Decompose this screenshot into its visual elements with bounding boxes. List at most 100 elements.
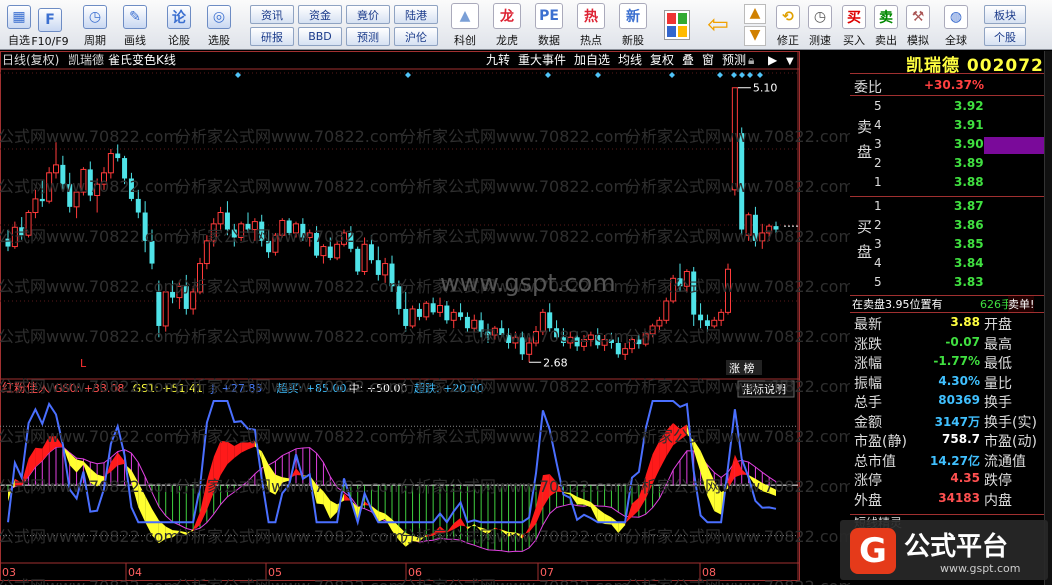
up-arrow-icon[interactable]: ▲ xyxy=(744,4,766,24)
candle-body xyxy=(107,153,114,174)
buy-price[interactable]: 3.85 xyxy=(954,237,984,251)
toolbar-globe-button[interactable]: ◍ 全球 xyxy=(940,2,972,48)
toolbar-f10-button[interactable]: F F10/F9 xyxy=(28,2,72,48)
color-cell xyxy=(678,26,687,37)
toolbar-label: 模拟 xyxy=(907,34,929,47)
toolbar-small-button[interactable]: 陆港 xyxy=(394,5,438,24)
band-segment xyxy=(638,475,646,511)
chart-tab[interactable]: 加自选 xyxy=(574,53,610,67)
buy-price[interactable]: 3.83 xyxy=(954,275,984,289)
sell-price[interactable]: 3.89 xyxy=(954,156,984,170)
band-segment xyxy=(158,520,166,544)
band-segment xyxy=(508,531,516,537)
event-marker[interactable] xyxy=(405,72,411,78)
candle-body xyxy=(361,243,368,273)
band-segment xyxy=(755,478,763,492)
toolbar-pencil-button[interactable]: ✎ 画线 xyxy=(118,2,152,48)
toolbar-chart-button[interactable]: ▲ 科创 xyxy=(446,2,484,48)
toolbar-dragon-button[interactable]: 龙龙虎 xyxy=(488,2,526,48)
indicator-name[interactable]: 雀氏变色K线 xyxy=(108,52,176,67)
candle-body xyxy=(67,184,73,207)
candle-body xyxy=(533,331,539,344)
l-marker: L xyxy=(80,357,87,370)
candle-body xyxy=(162,291,169,327)
stat-label: 金额 xyxy=(854,414,882,431)
buy-price[interactable]: 3.86 xyxy=(954,218,984,232)
candle-body xyxy=(334,243,341,259)
dropdown-icon[interactable]: ▼ xyxy=(786,56,794,67)
toolbar-small-button[interactable]: 个股 xyxy=(984,27,1026,46)
buy-price[interactable]: 3.84 xyxy=(954,256,984,270)
toolbar-repair-button[interactable]: ⟲ 修正 xyxy=(772,2,804,48)
chart-area[interactable]: 日线(复权)凯瑞德雀氏变色K线九转重大事件加自选均线复权叠窗预测🔒︎▶▼5.23… xyxy=(0,51,854,585)
chart-tab[interactable]: 九转 xyxy=(486,52,510,67)
toolbar-small-button[interactable]: BBD xyxy=(298,27,342,46)
candle-body xyxy=(149,240,155,264)
toolbar-small-button[interactable]: 资讯 xyxy=(250,5,294,24)
color-grid-icon[interactable] xyxy=(664,10,690,40)
candle-body xyxy=(382,263,389,276)
band-segment xyxy=(611,517,619,534)
sell-price[interactable]: 3.92 xyxy=(954,99,984,113)
high-label: 5.10 xyxy=(753,82,778,95)
toolbar-hot-button[interactable]: 热热点 xyxy=(572,2,610,48)
candle-body xyxy=(663,300,670,321)
band-segment xyxy=(769,486,776,496)
sell-price[interactable]: 3.90 xyxy=(954,137,984,151)
page-prev-icon[interactable]: ▶ xyxy=(768,53,778,67)
band-segment xyxy=(405,533,413,547)
candle-body xyxy=(320,246,327,257)
toolbar-small-button[interactable]: 研报 xyxy=(250,27,294,46)
toolbar-small-button[interactable]: 板块 xyxy=(984,5,1026,24)
chart-tab[interactable]: 复权 xyxy=(650,53,674,67)
sell-price[interactable]: 3.91 xyxy=(954,118,984,132)
chart-tab[interactable]: 窗 xyxy=(702,53,714,67)
stat-label: 涨跌 xyxy=(854,336,882,353)
event-marker[interactable] xyxy=(545,72,551,78)
toolbar-clock-button[interactable]: ◷ 周期 xyxy=(78,2,112,48)
toolbar-discuss-button[interactable]: 论论股 xyxy=(162,2,196,48)
toolbar-pe-button[interactable]: PE 数据 xyxy=(530,2,568,48)
toolbar-small-button[interactable]: 竟价 xyxy=(346,5,390,24)
period-label[interactable]: 日线(复权) xyxy=(2,53,59,67)
indicator-value: 中: +50.00 xyxy=(349,382,408,395)
toolbar-buy-button[interactable]: 买买入 xyxy=(838,2,870,48)
buy-price[interactable]: 3.87 xyxy=(954,199,984,213)
toolbar-small-button[interactable]: 预测 xyxy=(346,27,390,46)
toolbar-speed-button[interactable]: ◷ 测速 xyxy=(804,2,836,48)
chart-tab[interactable]: 均线 xyxy=(618,53,642,67)
stat-label: 市盈(静) xyxy=(854,434,907,450)
toolbar-screen-button[interactable]: ◎ 选股 xyxy=(202,2,236,48)
event-marker[interactable] xyxy=(757,72,763,78)
buy-side-label: 买盘 xyxy=(855,219,873,269)
indicator-title[interactable]: 红粉佳人 xyxy=(2,380,50,395)
toolbar-small-button[interactable]: 资金 xyxy=(298,5,342,24)
chart-tab[interactable]: 叠 xyxy=(682,53,694,67)
toolbar-hammer-button[interactable]: ⚒ 模拟 xyxy=(902,2,934,48)
band-segment xyxy=(268,464,276,495)
color-cell xyxy=(678,13,687,24)
down-arrow-icon[interactable]: ▼ xyxy=(744,26,766,46)
chart-tab[interactable]: 预测 xyxy=(722,53,746,67)
sell-price[interactable]: 3.88 xyxy=(954,175,984,189)
event-marker[interactable] xyxy=(717,72,723,78)
candle-body xyxy=(725,268,731,313)
candle-body xyxy=(156,291,162,326)
gspt-logo: G 公式平台 www.gspt.com xyxy=(840,520,1048,580)
back-arrow-icon[interactable]: ⇦ xyxy=(704,10,732,40)
band-segment xyxy=(220,440,228,476)
lock-icon[interactable]: 🔒︎ xyxy=(748,53,754,67)
toolbar-ipo-button[interactable]: 新新股 xyxy=(614,2,652,48)
band-segment xyxy=(152,508,159,544)
toolbar-sell-button[interactable]: 卖卖出 xyxy=(870,2,902,48)
candle-body xyxy=(11,226,18,248)
right-scrollbar[interactable] xyxy=(1044,51,1052,585)
candle-body xyxy=(718,311,725,321)
buy-icon: 买 xyxy=(842,5,866,29)
toolbar-small-button[interactable]: 沪伦 xyxy=(394,27,438,46)
candle-body xyxy=(601,339,608,346)
event-marker[interactable] xyxy=(669,72,675,78)
candle-body xyxy=(629,339,635,350)
chart-tab[interactable]: 重大事件 xyxy=(518,53,566,67)
stat-label-2: 最高 xyxy=(984,336,1012,353)
